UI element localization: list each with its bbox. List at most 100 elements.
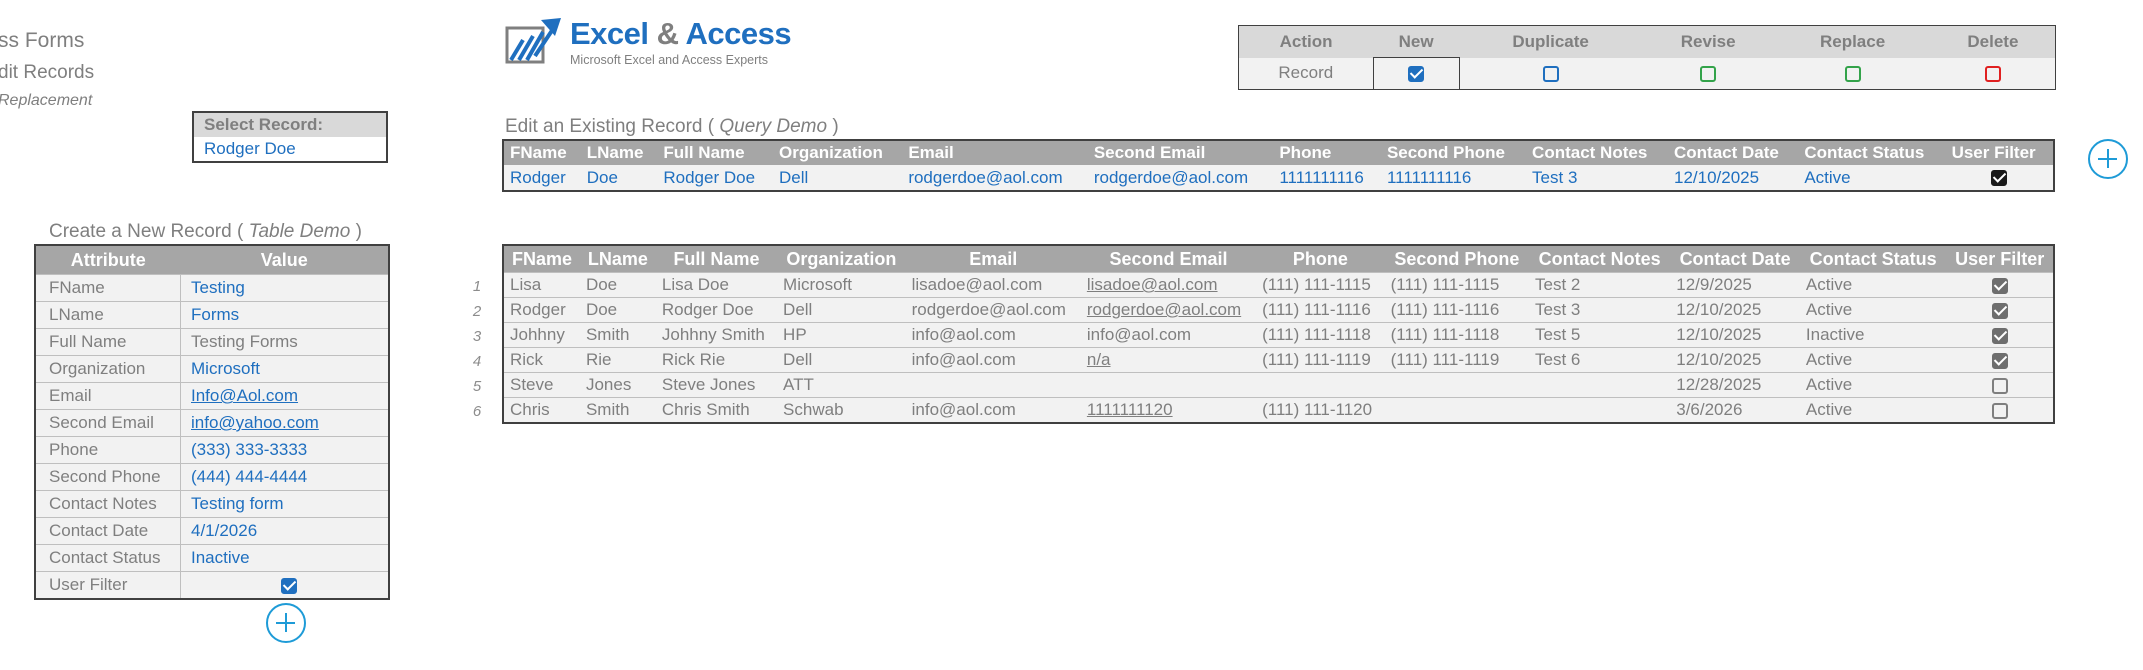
cell-full-name[interactable]: Rick Rie bbox=[655, 347, 778, 373]
cell-organization[interactable]: HP bbox=[777, 322, 906, 348]
cell-fname[interactable]: Johhny bbox=[503, 322, 580, 348]
col-fname[interactable]: FName bbox=[503, 245, 580, 273]
user-filter-checkbox[interactable] bbox=[1991, 351, 2008, 369]
cell-second-phone[interactable] bbox=[1384, 397, 1530, 423]
edit-cell-user-filter[interactable] bbox=[1945, 165, 2054, 191]
cell-email[interactable] bbox=[905, 372, 1081, 398]
cell-fname[interactable]: Rodger bbox=[503, 297, 580, 323]
user-filter-checkbox[interactable] bbox=[1991, 301, 2008, 319]
delete-cell[interactable] bbox=[1930, 57, 2056, 90]
cell-email[interactable]: info@aol.com bbox=[905, 322, 1081, 348]
plus-circle-icon[interactable] bbox=[2088, 139, 2128, 179]
cell-full-name[interactable]: Lisa Doe bbox=[655, 272, 778, 298]
cell-full-name[interactable]: Johhny Smith bbox=[655, 322, 778, 348]
cell-full-name[interactable]: Rodger Doe bbox=[655, 297, 778, 323]
form-field-email[interactable]: Info@Aol.com bbox=[180, 382, 389, 410]
cell-user-filter[interactable] bbox=[1946, 347, 2054, 373]
cell-lname[interactable]: Rie bbox=[579, 347, 656, 373]
cell-contact-status[interactable]: Active bbox=[1799, 397, 1947, 423]
cell-fname[interactable]: Rick bbox=[503, 347, 580, 373]
col-contact-date[interactable]: Contact Date bbox=[1670, 245, 1800, 273]
cell-email[interactable]: rodgerdoe@aol.com bbox=[905, 297, 1081, 323]
edit-cell-contact-notes[interactable]: Test 3 bbox=[1526, 165, 1668, 191]
plus-circle-icon[interactable] bbox=[266, 603, 306, 643]
col-full-name[interactable]: Full Name bbox=[655, 245, 778, 273]
table-row[interactable]: Lisa Doe Lisa Doe Microsoft lisadoe@aol.com l… bbox=[503, 272, 2054, 298]
cell-lname[interactable]: Doe bbox=[579, 272, 656, 298]
new-cell[interactable] bbox=[1372, 57, 1460, 90]
cell-phone[interactable]: (111) 111-1120 bbox=[1256, 397, 1385, 423]
cell-phone[interactable]: (111) 111-1118 bbox=[1256, 322, 1385, 348]
cell-phone[interactable]: (111) 111-1116 bbox=[1256, 297, 1385, 323]
new-checkbox[interactable] bbox=[1408, 65, 1425, 83]
cell-full-name[interactable]: Steve Jones bbox=[655, 372, 778, 398]
form-field-lname[interactable]: Forms bbox=[180, 301, 389, 329]
cell-second-email[interactable] bbox=[1080, 372, 1257, 398]
cell-contact-date[interactable]: 12/9/2025 bbox=[1670, 272, 1800, 298]
form-field-phone[interactable]: (333) 333-3333 bbox=[180, 436, 389, 464]
cell-contact-status[interactable]: Active bbox=[1799, 272, 1947, 298]
user-filter-checkbox[interactable] bbox=[1991, 377, 2008, 394]
edit-record-row[interactable]: Rodger Doe Rodger Doe Dell rodgerdoe@aol.com… bbox=[503, 165, 2054, 191]
cell-second-phone[interactable]: (111) 111-1116 bbox=[1384, 297, 1530, 323]
col-organization[interactable]: Organization bbox=[777, 245, 906, 273]
user-filter-checkbox[interactable] bbox=[1991, 326, 2008, 344]
cell-user-filter[interactable] bbox=[1946, 322, 2054, 348]
form-field-organization[interactable]: Microsoft bbox=[180, 355, 389, 383]
col-second-email[interactable]: Second Email bbox=[1080, 245, 1257, 273]
edit-cell-full-name[interactable]: Rodger Doe bbox=[657, 165, 774, 191]
edit-cell-organization[interactable]: Dell bbox=[773, 165, 903, 191]
cell-second-phone[interactable]: (111) 111-1119 bbox=[1384, 347, 1530, 373]
col-second-phone[interactable]: Second Phone bbox=[1384, 245, 1530, 273]
form-field-second-email[interactable]: info@yahoo.com bbox=[180, 409, 389, 437]
col-email[interactable]: Email bbox=[905, 245, 1081, 273]
cell-contact-status[interactable]: Active bbox=[1799, 347, 1947, 373]
select-record-value[interactable]: Rodger Doe bbox=[193, 137, 387, 162]
cell-contact-notes[interactable]: Test 6 bbox=[1529, 347, 1671, 373]
col-contact-status[interactable]: Contact Status bbox=[1799, 245, 1947, 273]
cell-organization[interactable]: Dell bbox=[777, 347, 906, 373]
duplicate-cell[interactable] bbox=[1459, 57, 1643, 90]
replace-checkbox[interactable] bbox=[1844, 65, 1861, 82]
cell-email[interactable]: lisadoe@aol.com bbox=[905, 272, 1081, 298]
cell-organization[interactable]: Schwab bbox=[777, 397, 906, 423]
cell-user-filter[interactable] bbox=[1946, 297, 2054, 323]
form-field-full-name[interactable]: Testing Forms bbox=[180, 328, 389, 356]
edit-cell-fname[interactable]: Rodger bbox=[503, 165, 581, 191]
col-phone[interactable]: Phone bbox=[1256, 245, 1385, 273]
cell-organization[interactable]: Dell bbox=[777, 297, 906, 323]
cell-second-email[interactable]: lisadoe@aol.com bbox=[1080, 272, 1257, 298]
form-field-contact-date[interactable]: 4/1/2026 bbox=[180, 517, 389, 545]
cell-user-filter[interactable] bbox=[1946, 372, 2054, 398]
edit-cell-phone[interactable]: 1111111116 bbox=[1273, 165, 1381, 191]
col-contact-notes[interactable]: Contact Notes bbox=[1529, 245, 1671, 273]
cell-contact-date[interactable]: 12/10/2025 bbox=[1670, 322, 1800, 348]
cell-second-phone[interactable]: (111) 111-1115 bbox=[1384, 272, 1530, 298]
cell-lname[interactable]: Jones bbox=[579, 372, 656, 398]
cell-phone[interactable]: (111) 111-1119 bbox=[1256, 347, 1385, 373]
cell-contact-date[interactable]: 12/10/2025 bbox=[1670, 297, 1800, 323]
edit-cell-contact-status[interactable]: Active bbox=[1798, 165, 1946, 191]
edit-cell-email[interactable]: rodgerdoe@aol.com bbox=[902, 165, 1088, 191]
cell-organization[interactable]: Microsoft bbox=[777, 272, 906, 298]
delete-checkbox[interactable] bbox=[1984, 65, 2001, 82]
col-user-filter[interactable]: User Filter bbox=[1946, 245, 2054, 273]
cell-full-name[interactable]: Chris Smith bbox=[655, 397, 778, 423]
cell-contact-notes[interactable]: Test 3 bbox=[1529, 297, 1671, 323]
cell-contact-notes[interactable]: Test 5 bbox=[1529, 322, 1671, 348]
cell-email[interactable]: info@aol.com bbox=[905, 397, 1081, 423]
duplicate-checkbox[interactable] bbox=[1542, 65, 1559, 82]
user-filter-checkbox[interactable] bbox=[1991, 276, 2008, 294]
form-field-contact-status[interactable]: Inactive bbox=[180, 544, 389, 572]
cell-email[interactable]: info@aol.com bbox=[905, 347, 1081, 373]
cell-contact-status[interactable]: Active bbox=[1799, 372, 1947, 398]
edit-cell-lname[interactable]: Doe bbox=[580, 165, 658, 191]
cell-second-email[interactable]: info@aol.com bbox=[1080, 322, 1257, 348]
cell-contact-date[interactable]: 3/6/2026 bbox=[1670, 397, 1800, 423]
cell-lname[interactable]: Doe bbox=[579, 297, 656, 323]
table-row[interactable]: Rick Rie Rick Rie Dell info@aol.com n/a (111) … bbox=[503, 347, 2054, 373]
revise-cell[interactable] bbox=[1642, 57, 1775, 90]
cell-contact-notes[interactable] bbox=[1529, 372, 1671, 398]
table-row[interactable]: Johhny Smith Johhny Smith HP info@aol.com inf… bbox=[503, 322, 2054, 348]
cell-organization[interactable]: ATT bbox=[777, 372, 906, 398]
